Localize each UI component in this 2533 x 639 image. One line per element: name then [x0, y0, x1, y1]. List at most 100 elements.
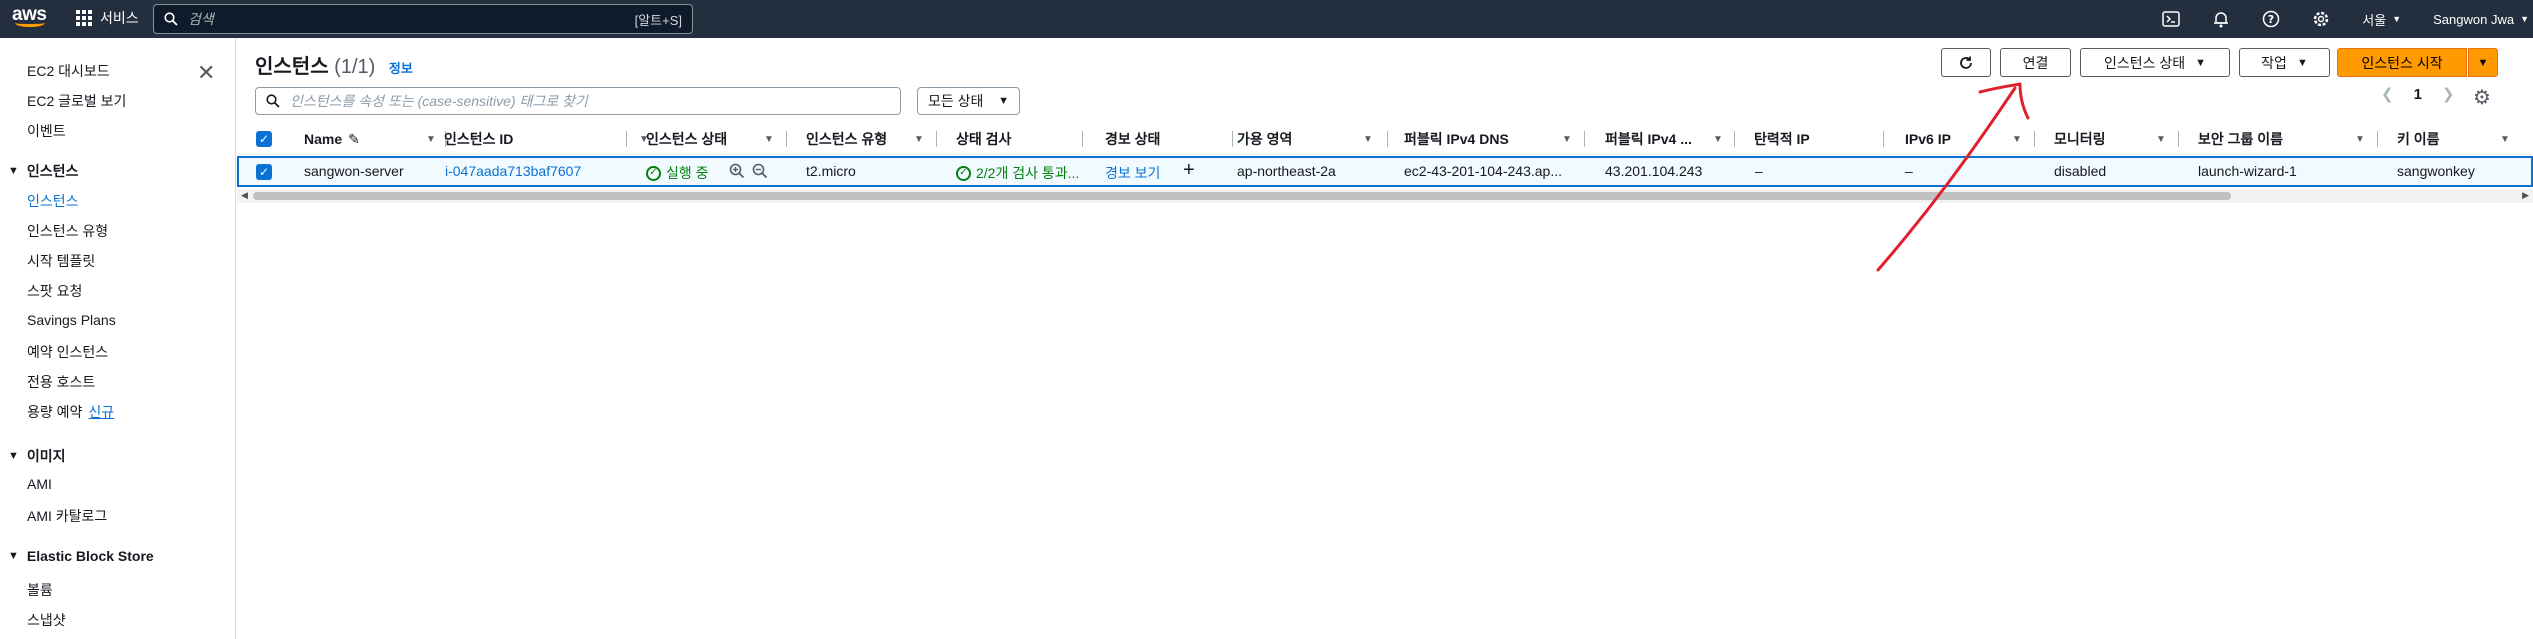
sidebar-section-instances[interactable]: ▼ 인스턴스 [8, 161, 78, 181]
sort-caret-icon: ▼ [2500, 134, 2510, 145]
add-alarm-plus-icon[interactable]: + [1183, 159, 1195, 182]
region-label: 서울 [2362, 12, 2387, 28]
col-az-label: 가용 영역 [1237, 131, 1293, 147]
sort-caret-icon: ▼ [1713, 134, 1723, 145]
services-menu-button[interactable]: 서비스 [76, 8, 139, 28]
close-sidebar-icon[interactable]: ✕ [197, 60, 215, 86]
caret-down-icon: ▼ [2195, 56, 2207, 69]
sidebar-item-instance-types[interactable]: 인스턴스 유형 [27, 221, 108, 241]
caret-down-icon: ▼ [998, 95, 1009, 107]
actions-dropdown[interactable]: 작업 ▼ [2239, 48, 2330, 77]
help-icon[interactable]: ? [2246, 0, 2296, 38]
sidebar-item-events[interactable]: 이벤트 [27, 121, 66, 141]
main-content: 인스턴스 (1/1) 정보 연결 인스턴스 상태 ▼ 작업 ▼ 인스턴스 시작 … [237, 38, 2533, 639]
caret-down-icon: ▼ [8, 165, 19, 177]
notifications-bell-icon[interactable] [2196, 0, 2246, 38]
cell-alarm-link[interactable]: 경보 보기 [1105, 163, 1160, 183]
topbar-right-controls: ? 서울 ▼ Sangwon Jwa ▼ [2146, 0, 2533, 38]
scroll-right-arrow-icon[interactable]: ▶ [2522, 190, 2529, 201]
caret-down-icon: ▼ [2392, 14, 2402, 24]
sidebar-item-ec2-dashboard[interactable]: EC2 대시보드 [27, 61, 110, 81]
annotation-arrow [1876, 82, 2030, 272]
col-alarm-status[interactable]: 경보 상태 [1105, 123, 1160, 155]
table-preferences-gear-icon[interactable]: ⚙ [2473, 85, 2491, 110]
sidebar-item-reserved-instances[interactable]: 예약 인스턴스 [27, 342, 108, 362]
search-shortcut: [알트+S] [634, 12, 682, 28]
account-menu[interactable]: Sangwon Jwa ▼ [2417, 12, 2533, 27]
sidebar-item-spot-requests[interactable]: 스팟 요청 [27, 281, 82, 301]
zoom-out-icon[interactable] [752, 163, 768, 182]
col-monitoring[interactable]: 모니터링 [2054, 123, 2106, 155]
sidebar-item-savings-plans[interactable]: Savings Plans [27, 312, 116, 328]
sidebar-section-ebs[interactable]: ▼ Elastic Block Store [8, 548, 154, 564]
global-search-input[interactable]: 검색 [알트+S] [153, 4, 693, 34]
services-label: 서비스 [100, 10, 139, 26]
col-key-name[interactable]: 키 이름 [2397, 123, 2440, 155]
cell-name: sangwon-server [304, 163, 404, 179]
state-filter-label: 모든 상태 [928, 93, 984, 109]
cell-instance-id-link[interactable]: i-047aada713baf7607 [445, 163, 581, 179]
sidebar-item-ami-catalog[interactable]: AMI 카탈로그 [27, 506, 107, 526]
actions-label: 작업 [2261, 54, 2287, 71]
pagination: ❮ 1 ❯ [2381, 85, 2455, 104]
instance-state-dropdown[interactable]: 인스턴스 상태 ▼ [2080, 48, 2230, 77]
caret-down-icon: ▼ [2477, 56, 2489, 69]
edit-pencil-icon: ✎ [348, 130, 360, 147]
page-title-text: 인스턴스 [255, 56, 329, 78]
sidebar-item-dedicated-hosts[interactable]: 전용 호스트 [27, 372, 95, 392]
chevron-left-icon[interactable]: ❮ [2381, 85, 2394, 103]
aws-logo[interactable]: aws [12, 4, 52, 32]
col-instance-id[interactable]: 인스턴스 ID [444, 123, 513, 155]
user-name: Sangwon Jwa [2433, 11, 2515, 27]
cloudshell-icon[interactable] [2146, 0, 2196, 38]
sort-caret-icon: ▼ [1363, 134, 1373, 145]
instance-filter-input[interactable]: 인스턴스를 속성 또는 (case-sensitive) 태그로 찾기 [255, 87, 901, 115]
row-checkbox[interactable]: ✓ [256, 164, 272, 180]
info-link[interactable]: 정보 [389, 61, 413, 76]
col-status-check-label: 상태 검사 [956, 131, 1012, 147]
launch-instances-button[interactable]: 인스턴스 시작 [2337, 48, 2467, 77]
col-az[interactable]: 가용 영역 [1237, 123, 1292, 155]
col-public-dns[interactable]: 퍼블릭 IPv4 DNS [1404, 123, 1509, 155]
col-instance-type-label: 인스턴스 유형 [806, 131, 888, 147]
sort-caret-icon: ▼ [426, 134, 436, 145]
col-security-group[interactable]: 보안 그룹 이름 [2198, 123, 2283, 155]
sidebar-item-ec2-global-view[interactable]: EC2 글로벌 보기 [27, 91, 126, 111]
caret-down-icon: ▼ [8, 550, 19, 562]
select-all-checkbox[interactable]: ✓ [256, 131, 272, 147]
col-public-ipv4[interactable]: 퍼블릭 IPv4 ... [1605, 123, 1692, 155]
sidebar: ✕ EC2 대시보드 EC2 글로벌 보기 이벤트 ▼ 인스턴스 인스턴스 인스… [0, 38, 236, 639]
sidebar-item-snapshots[interactable]: 스냅샷 [27, 610, 66, 630]
col-eip[interactable]: 탄력적 IP [1754, 123, 1810, 155]
region-selector[interactable]: 서울 ▼ [2346, 10, 2417, 29]
filter-placeholder: 인스턴스를 속성 또는 (case-sensitive) 태그로 찾기 [290, 93, 588, 109]
col-instance-state[interactable]: 인스턴스 상태 [646, 123, 727, 155]
aws-logo-text: aws [12, 4, 47, 25]
sidebar-item-ami[interactable]: AMI [27, 476, 52, 492]
sort-caret-icon: ▼ [2355, 134, 2365, 145]
state-filter-select[interactable]: 모든 상태 ▼ [917, 87, 1020, 115]
page-number[interactable]: 1 [2414, 86, 2422, 103]
horizontal-scrollbar[interactable]: ◀ ▶ [237, 189, 2533, 203]
col-instance-type[interactable]: 인스턴스 유형 [806, 123, 887, 155]
launch-instances-dropdown[interactable]: ▼ [2468, 48, 2498, 77]
sidebar-item-capacity-reservations[interactable]: 용량 예약 신규 [27, 402, 114, 422]
sidebar-section-images[interactable]: ▼ 이미지 [8, 446, 66, 466]
col-name[interactable]: Name ✎ ▼ [304, 123, 649, 155]
sidebar-item-instances[interactable]: 인스턴스 [27, 191, 79, 211]
table-row[interactable]: ✓ sangwon-server i-047aada713baf7607 ✓ 실… [237, 156, 2533, 187]
sidebar-item-label: 용량 예약 [27, 404, 83, 420]
scroll-left-arrow-icon[interactable]: ◀ [241, 190, 248, 201]
check-circle-icon: ✓ [646, 165, 661, 181]
state-text: 실행 중 [666, 165, 709, 181]
sidebar-item-launch-templates[interactable]: 시작 템플릿 [27, 251, 95, 271]
zoom-in-icon[interactable] [729, 163, 745, 182]
sidebar-item-volumes[interactable]: 볼륨 [27, 580, 53, 600]
cell-security-group: launch-wizard-1 [2198, 163, 2297, 179]
chevron-right-icon[interactable]: ❯ [2442, 85, 2455, 103]
col-status-check[interactable]: 상태 검사 [956, 123, 1011, 155]
table-header: ✓ Name ✎ ▼ ▼ 인스턴스 ID 인스턴스 상태 ▼ 인스턴스 유형 ▼… [237, 123, 2533, 155]
settings-gear-icon[interactable] [2296, 0, 2346, 38]
section-title: 인스턴스 [26, 163, 79, 179]
col-instance-id-label: 인스턴스 ID [444, 131, 514, 147]
